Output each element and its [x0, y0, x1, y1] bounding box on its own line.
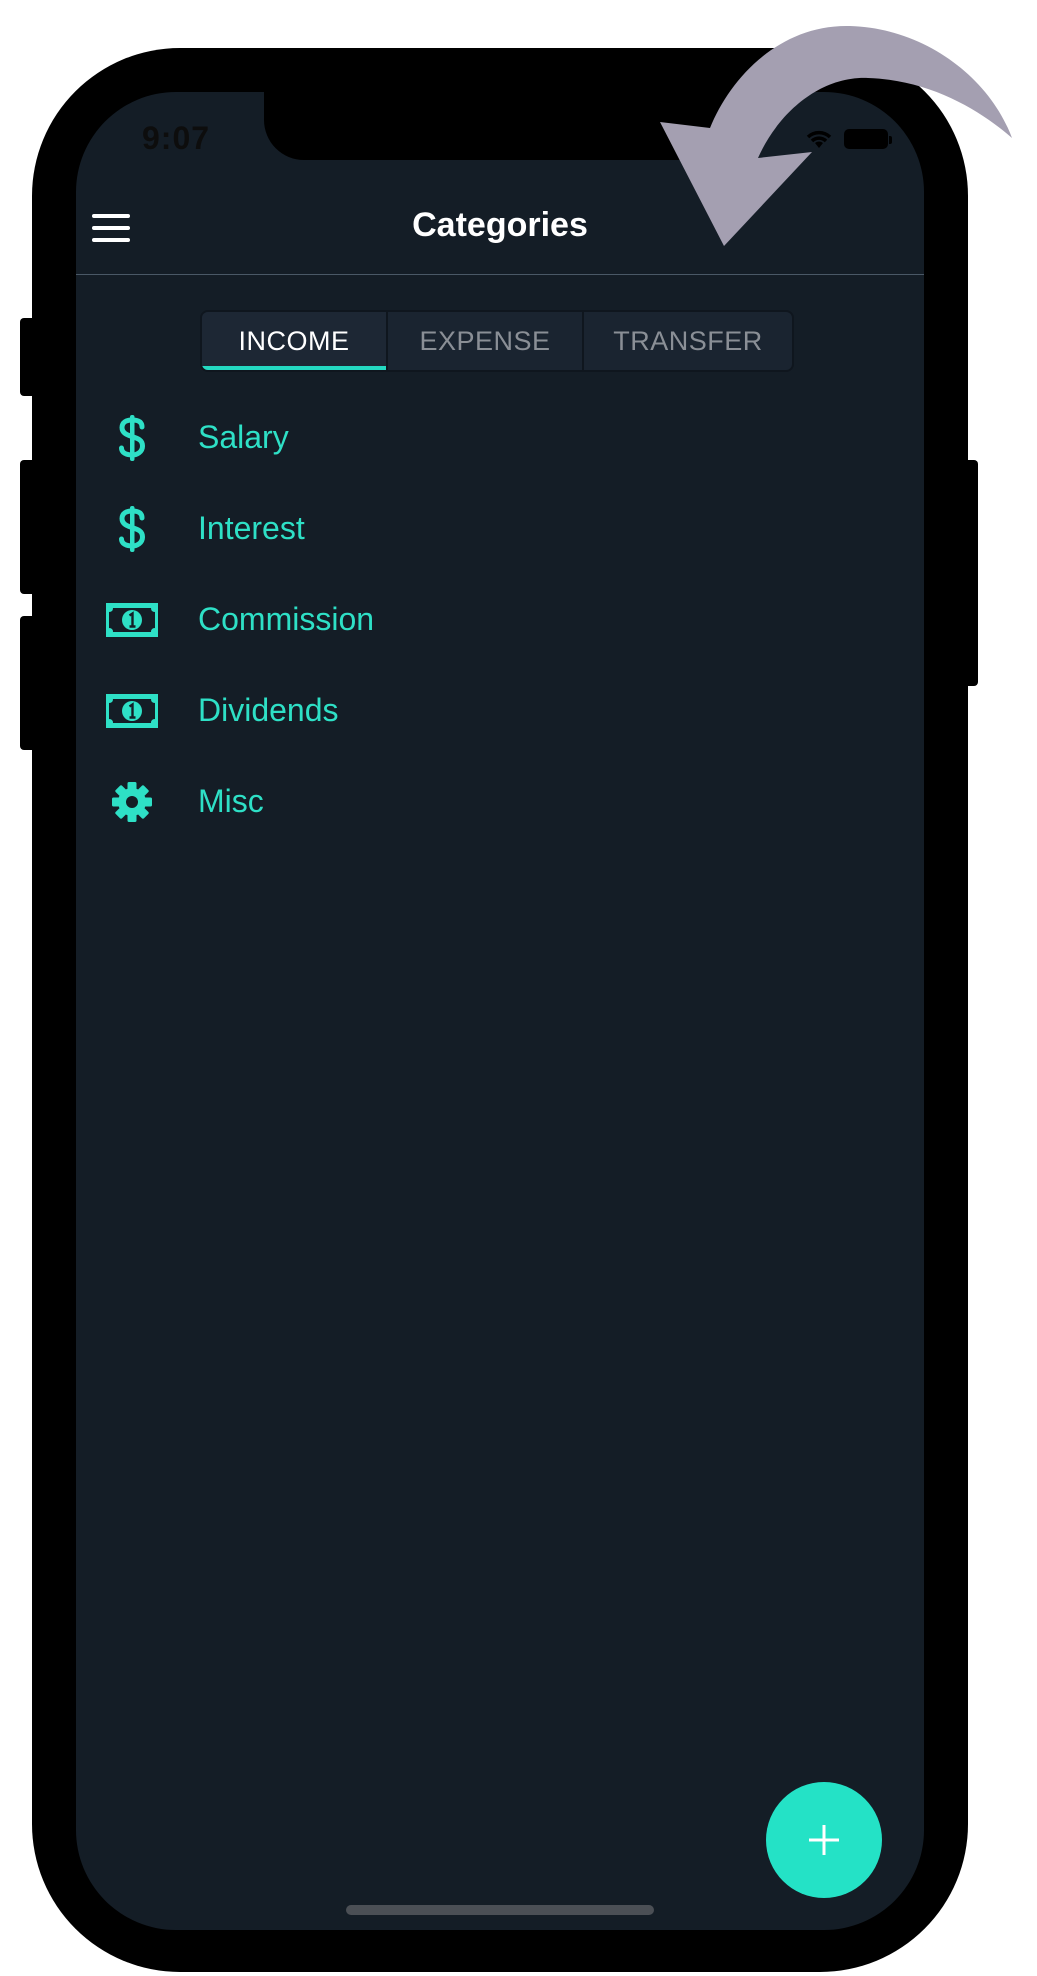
money-bill-icon — [104, 592, 160, 648]
tab-expense[interactable]: EXPENSE — [386, 312, 582, 370]
add-category-button[interactable] — [766, 1782, 882, 1898]
annotation-arrow-icon — [660, 25, 1012, 247]
category-list: Salary Interest Commission Dividends Mis… — [76, 392, 924, 847]
power-button — [964, 460, 978, 686]
category-type-tabs: INCOME EXPENSE TRANSFER — [200, 310, 794, 372]
category-label: Misc — [198, 783, 264, 819]
dollar-sign-icon — [104, 410, 160, 466]
category-label: Salary — [198, 419, 289, 455]
volume-up-button — [20, 460, 36, 594]
category-item-dividends[interactable]: Dividends — [76, 665, 924, 756]
category-label: Interest — [198, 510, 305, 546]
category-item-interest[interactable]: Interest — [76, 483, 924, 574]
tab-transfer[interactable]: TRANSFER — [582, 312, 792, 370]
category-item-misc[interactable]: Misc — [76, 756, 924, 847]
app-screen: 9:07 Categories INCOME EXPENSE TRANSFER — [76, 92, 924, 1930]
category-label: Dividends — [198, 692, 339, 728]
silent-switch — [20, 318, 36, 396]
tab-income[interactable]: INCOME — [202, 312, 386, 370]
dollar-sign-icon — [104, 501, 160, 557]
category-item-salary[interactable]: Salary — [76, 392, 924, 483]
plus-icon — [809, 1825, 839, 1855]
money-bill-icon — [104, 683, 160, 739]
volume-down-button — [20, 616, 36, 750]
category-item-commission[interactable]: Commission — [76, 574, 924, 665]
category-label: Commission — [198, 601, 375, 637]
status-time: 9:07 — [142, 120, 211, 156]
gear-icon — [104, 774, 160, 830]
page: 9:07 Categories INCOME EXPENSE TRANSFER — [0, 0, 1037, 1976]
home-indicator — [346, 1905, 654, 1915]
